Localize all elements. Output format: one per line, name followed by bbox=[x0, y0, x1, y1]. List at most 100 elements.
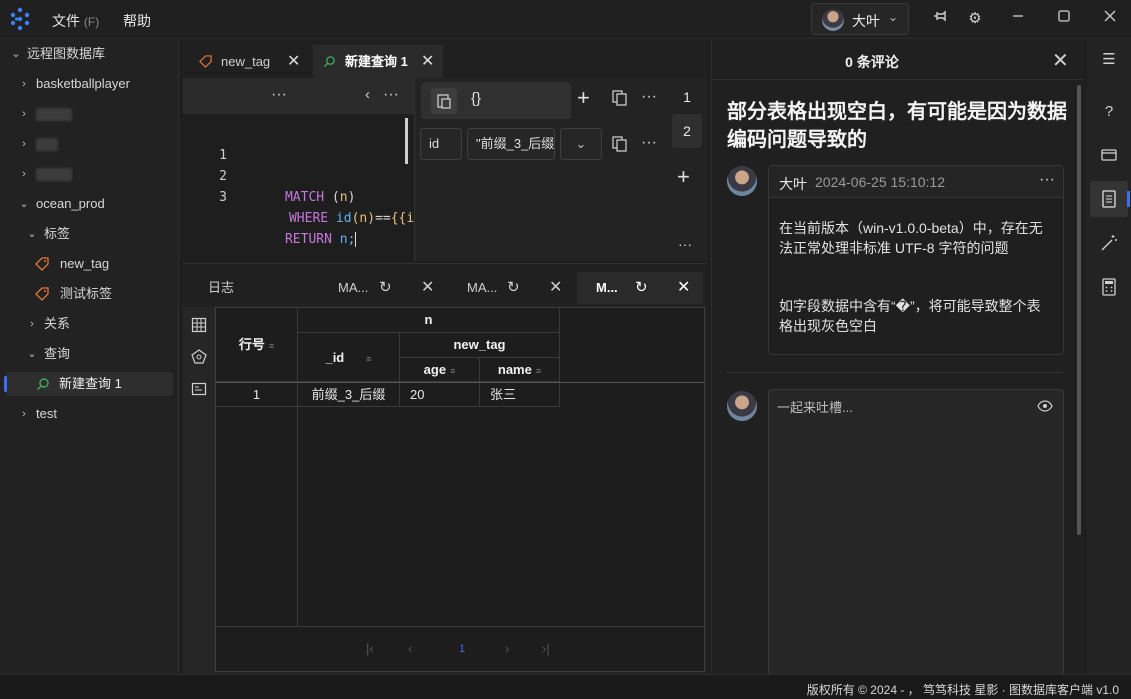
tree-item-basketballplayer[interactable]: › basketballplayer bbox=[0, 72, 179, 96]
code-line-2: 2 WHERE id(n)=={{id}} bbox=[183, 145, 438, 226]
magic-wand-icon[interactable] bbox=[1099, 233, 1119, 253]
menu-icon[interactable]: ☰ bbox=[1099, 50, 1119, 70]
close-icon[interactable]: ✕ bbox=[677, 272, 690, 304]
more-icon[interactable]: ··· bbox=[641, 134, 657, 152]
next-page-icon[interactable]: › bbox=[505, 641, 509, 656]
tree-item-tag-new-tag[interactable]: new_tag bbox=[0, 252, 179, 276]
cell-name[interactable]: 张三 bbox=[480, 383, 560, 407]
add-icon[interactable]: + bbox=[577, 85, 590, 111]
param-key-input[interactable]: id bbox=[420, 128, 462, 160]
copy-icon[interactable] bbox=[612, 90, 627, 106]
cell-age[interactable]: 20 bbox=[400, 383, 480, 407]
search-icon bbox=[37, 378, 49, 390]
graph-view-icon[interactable] bbox=[191, 349, 207, 365]
menu-file[interactable]: 文件 (F) bbox=[52, 11, 99, 31]
calculator-icon[interactable] bbox=[1099, 277, 1119, 297]
tree-item-tag-test[interactable]: 测试标签 bbox=[0, 282, 179, 306]
table-view-icon[interactable] bbox=[191, 317, 207, 333]
card-icon[interactable] bbox=[1099, 145, 1119, 165]
more-icon[interactable]: ··· bbox=[383, 86, 399, 104]
copy-icon[interactable] bbox=[612, 136, 627, 152]
results-tab-bar: 日志 MA... ↻ ✕ MA... ↻ ✕ M... ↻ ✕ bbox=[183, 264, 707, 304]
more-icon[interactable]: ··· bbox=[271, 86, 287, 104]
column-header-rownum[interactable]: 行号 ≡ bbox=[216, 308, 298, 382]
maximize-icon[interactable] bbox=[1053, 8, 1075, 30]
refresh-icon[interactable]: ↻ bbox=[379, 272, 392, 304]
more-icon[interactable]: ··· bbox=[678, 236, 692, 252]
result-view-rail bbox=[183, 307, 215, 675]
sort-icon[interactable]: ≡ bbox=[366, 354, 371, 364]
document-icon[interactable] bbox=[1099, 189, 1119, 209]
help-icon[interactable]: ? bbox=[1099, 102, 1119, 122]
tree-group-tags[interactable]: ⌄ 标签 bbox=[0, 222, 179, 246]
tree-item-redacted-3[interactable]: › bbox=[0, 162, 179, 186]
comments-scrollbar[interactable] bbox=[1077, 85, 1081, 535]
editor-scrollbar[interactable] bbox=[405, 118, 408, 164]
pin-icon[interactable] bbox=[929, 8, 951, 30]
tab-new-tag[interactable]: new_tag ✕ bbox=[189, 45, 311, 78]
cell-id[interactable]: 前缀_3_后缀 bbox=[298, 383, 400, 407]
param-set-1[interactable]: 1 bbox=[672, 80, 702, 114]
tree-item-redacted-2[interactable]: › bbox=[0, 132, 179, 156]
table-mode-button[interactable] bbox=[431, 88, 457, 114]
close-icon[interactable]: ✕ bbox=[421, 45, 434, 78]
tree-group-label: 关系 bbox=[44, 316, 71, 331]
refresh-icon[interactable]: ↻ bbox=[507, 272, 520, 304]
sort-icon[interactable]: ≡ bbox=[269, 341, 274, 351]
chevron-left-icon[interactable]: ‹ bbox=[365, 86, 370, 103]
add-param-set-icon[interactable]: + bbox=[677, 164, 690, 190]
menu-file-hint: (F) bbox=[83, 15, 100, 29]
close-icon[interactable]: ✕ bbox=[287, 45, 300, 78]
more-icon[interactable]: ··· bbox=[641, 88, 657, 106]
chevron-down-icon: ⌄ bbox=[19, 198, 29, 210]
tree-item-test[interactable]: › test bbox=[0, 402, 179, 426]
eye-icon[interactable] bbox=[1037, 400, 1053, 412]
sort-icon[interactable]: ≡ bbox=[450, 366, 455, 376]
column-header-id[interactable]: _id ≡ bbox=[298, 333, 400, 382]
tab-result-2[interactable]: MA... ↻ ✕ bbox=[447, 272, 573, 304]
tree-item-label: new_tag bbox=[60, 256, 110, 271]
close-window-icon[interactable] bbox=[1099, 8, 1121, 30]
menu-help[interactable]: 帮助 bbox=[123, 11, 151, 31]
tree-root[interactable]: ⌄ 远程图数据库 bbox=[0, 42, 179, 66]
user-dropdown[interactable]: 大叶 ⌄ bbox=[811, 3, 909, 35]
tab-result-3[interactable]: M... ↻ ✕ bbox=[577, 272, 703, 304]
raw-view-icon[interactable] bbox=[191, 381, 207, 397]
close-icon[interactable]: ✕ bbox=[421, 272, 434, 304]
tab-log[interactable]: 日志 bbox=[187, 272, 311, 304]
column-header-age[interactable]: age ≡ bbox=[400, 358, 480, 382]
first-page-icon[interactable]: |‹ bbox=[366, 641, 374, 656]
tree-group-queries[interactable]: ⌄ 查询 bbox=[0, 342, 179, 366]
tab-result-1[interactable]: MA... ↻ ✕ bbox=[317, 272, 443, 304]
sort-icon[interactable]: ≡ bbox=[536, 366, 541, 376]
close-icon[interactable]: ✕ bbox=[1052, 48, 1069, 73]
comment-input[interactable]: 一起来吐槽... bbox=[768, 389, 1064, 679]
header-label: 行号 bbox=[238, 337, 265, 352]
param-value-input[interactable]: "前缀_3_后缀 bbox=[467, 128, 555, 160]
param-set-2[interactable]: 2 bbox=[672, 114, 702, 148]
last-page-icon[interactable]: ›| bbox=[542, 641, 550, 656]
comments-count-title: 0 条评论 bbox=[845, 54, 899, 70]
close-icon[interactable]: ✕ bbox=[549, 272, 562, 304]
comment-paragraph-1: 在当前版本（win-v1.0.0-beta）中，存在无法正常处理非标准 UTF-… bbox=[779, 220, 1043, 256]
refresh-icon[interactable]: ↻ bbox=[635, 272, 648, 304]
more-icon[interactable]: ··· bbox=[1039, 171, 1055, 189]
tree-item-ocean-prod[interactable]: ⌄ ocean_prod bbox=[0, 192, 179, 216]
tab-new-query[interactable]: 新建查询 1 ✕ bbox=[313, 45, 443, 78]
tree-item-query-new[interactable]: 新建查询 1 bbox=[0, 372, 179, 396]
json-mode-button[interactable]: {} bbox=[471, 90, 481, 107]
tree-item-redacted-1[interactable]: › bbox=[0, 102, 179, 126]
redacted-label bbox=[36, 108, 72, 121]
editor-tab-bar: new_tag ✕ 新建查询 1 ✕ bbox=[183, 40, 707, 78]
prev-page-icon[interactable]: ‹ bbox=[408, 641, 412, 656]
tree-item-label: 新建查询 1 bbox=[59, 376, 122, 391]
gear-icon[interactable]: ⚙ bbox=[964, 8, 986, 30]
clipboard-icon bbox=[437, 94, 451, 109]
code-editor[interactable]: ··· ‹ ··· 1 MATCH (n) 2 WHERE id(n)=={{i… bbox=[183, 78, 438, 261]
param-type-select[interactable]: ⌄ bbox=[560, 128, 602, 160]
tree-group-relations[interactable]: › 关系 bbox=[0, 312, 179, 336]
minimize-icon[interactable] bbox=[1007, 8, 1029, 30]
results-panel: 日志 MA... ↻ ✕ MA... ↻ ✕ M... ↻ ✕ 行号 ≡ n _i… bbox=[183, 263, 707, 675]
column-header-name[interactable]: name ≡ bbox=[480, 358, 560, 382]
current-page[interactable]: 1 bbox=[459, 643, 465, 655]
